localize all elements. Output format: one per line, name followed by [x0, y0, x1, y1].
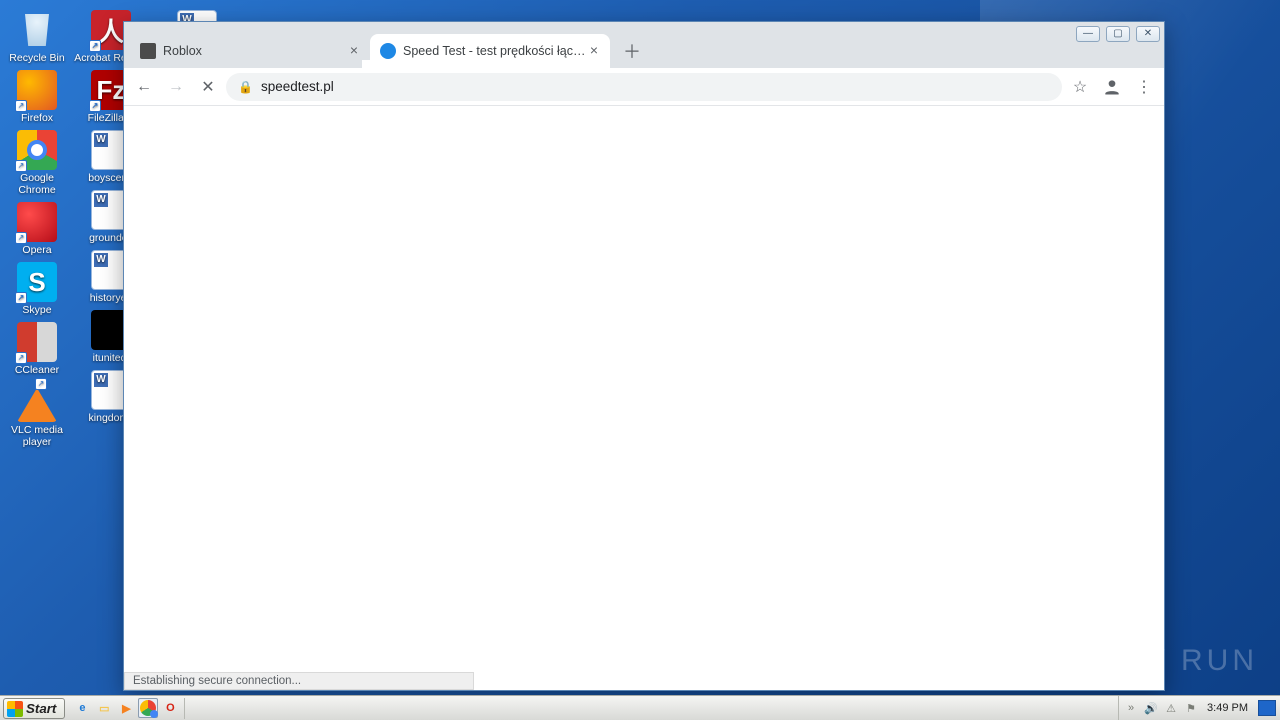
- desktop-icon-label: VLC media player: [0, 424, 74, 448]
- start-button[interactable]: Start: [3, 698, 65, 719]
- desktop-icon-opera[interactable]: ↗Opera: [0, 196, 74, 256]
- new-tab-button[interactable]: ＋: [618, 37, 646, 65]
- quick-launch: e▭▶ O: [68, 698, 185, 719]
- desktop-icon-label: Recycle Bin: [0, 52, 74, 64]
- taskbar-clock[interactable]: 3:49 PM: [1203, 702, 1252, 714]
- ql-ie[interactable]: e: [72, 698, 92, 718]
- tab-favicon: [140, 43, 156, 59]
- desktop-icon-google-chrome[interactable]: ↗Google Chrome: [0, 124, 74, 196]
- taskbar: Start e▭▶ O » 🔊 ⚠ ⚑ 3:49 PM: [0, 695, 1280, 720]
- ql-chrome[interactable]: [138, 698, 158, 718]
- url-text: speedtest.pl: [261, 79, 1050, 94]
- tab-favicon: [380, 43, 396, 59]
- tab-speedtest[interactable]: Speed Test - test prędkości łącza int ×: [370, 34, 610, 68]
- status-bar: Establishing secure connection...: [124, 672, 474, 690]
- lock-icon: 🔒: [238, 80, 253, 94]
- window-close-button[interactable]: ✕: [1136, 26, 1160, 42]
- desktop-icon-firefox[interactable]: ↗Firefox: [0, 64, 74, 124]
- ql-opera[interactable]: O: [160, 698, 180, 718]
- browser-window: — ▢ ✕ Roblox × Speed Test - test prędkoś…: [123, 21, 1165, 691]
- tab-title: Speed Test - test prędkości łącza int: [403, 44, 586, 58]
- desktop-icon-label: CCleaner: [0, 364, 74, 376]
- desktop-icon-label: Skype: [0, 304, 74, 316]
- tray-network-icon[interactable]: ⚠: [1163, 700, 1179, 716]
- ql-wmp[interactable]: ▶: [116, 698, 136, 718]
- desktop-icon-label: Opera: [0, 244, 74, 256]
- nav-stop-button[interactable]: ✕: [194, 73, 222, 101]
- tab-title: Roblox: [163, 44, 346, 58]
- tab-close-icon[interactable]: ×: [586, 43, 602, 59]
- window-minimize-button[interactable]: —: [1076, 26, 1100, 42]
- bookmark-star-icon[interactable]: ☆: [1066, 73, 1094, 101]
- tray-chevron-icon[interactable]: »: [1123, 700, 1139, 716]
- window-maximize-button[interactable]: ▢: [1106, 26, 1130, 42]
- address-bar[interactable]: 🔒 speedtest.pl: [226, 73, 1062, 101]
- desktop-icon-recycle-bin[interactable]: Recycle Bin: [0, 4, 74, 64]
- tab-strip: Roblox × Speed Test - test prędkości łąc…: [124, 22, 1164, 68]
- kebab-menu-icon[interactable]: ⋮: [1130, 73, 1158, 101]
- ql-explorer[interactable]: ▭: [94, 698, 114, 718]
- nav-back-button[interactable]: ←: [130, 73, 158, 101]
- desktop-icon-ccleaner[interactable]: ↗CCleaner: [0, 316, 74, 376]
- tab-close-icon[interactable]: ×: [346, 43, 362, 59]
- desktop-icon-vlc-media-player[interactable]: ↗VLC media player: [0, 376, 74, 448]
- page-viewport: Establishing secure connection...: [124, 106, 1164, 690]
- desktop-icon-label: Firefox: [0, 112, 74, 124]
- desktop-icon-skype[interactable]: S↗Skype: [0, 256, 74, 316]
- profile-icon[interactable]: [1098, 73, 1126, 101]
- browser-toolbar: ← → ✕ 🔒 speedtest.pl ☆ ⋮: [124, 68, 1164, 106]
- tab-roblox[interactable]: Roblox ×: [130, 34, 370, 68]
- system-tray: » 🔊 ⚠ ⚑ 3:49 PM: [1118, 696, 1280, 720]
- tray-flag-icon[interactable]: ⚑: [1183, 700, 1199, 716]
- show-desktop-button[interactable]: [1258, 700, 1276, 716]
- desktop-icon-label: Google Chrome: [0, 172, 74, 196]
- nav-forward-button: →: [162, 73, 190, 101]
- tray-volume-icon[interactable]: 🔊: [1143, 700, 1159, 716]
